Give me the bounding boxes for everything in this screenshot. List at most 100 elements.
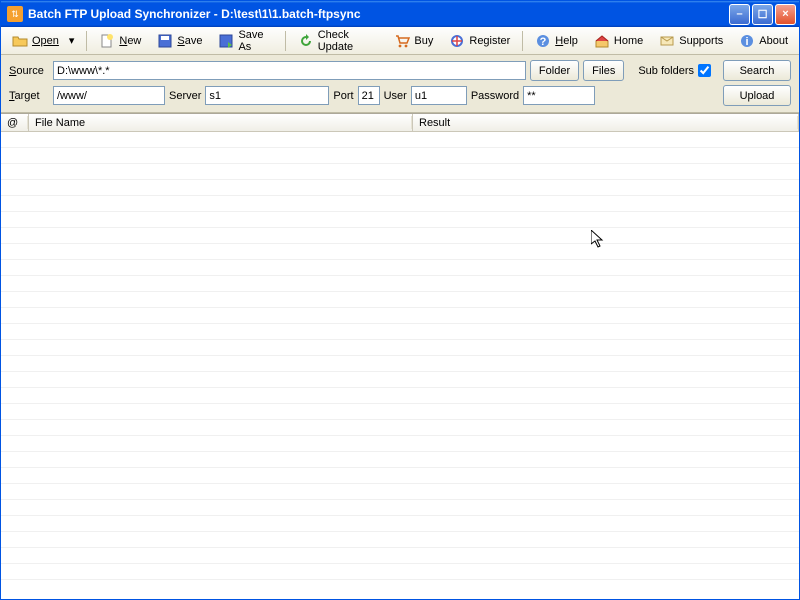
info-icon: i: [739, 33, 755, 49]
file-new-icon: [99, 33, 115, 49]
table-row: [1, 340, 799, 356]
help-button[interactable]: ? Help: [528, 30, 585, 52]
grid-body[interactable]: [1, 132, 799, 599]
col-result[interactable]: Result: [413, 114, 799, 131]
table-row: [1, 468, 799, 484]
table-row: [1, 244, 799, 260]
key-icon: [449, 33, 465, 49]
window-title: Batch FTP Upload Synchronizer - D:\test\…: [28, 7, 727, 21]
question-icon: ?: [535, 33, 551, 49]
table-row: [1, 196, 799, 212]
help-label: Help: [555, 35, 578, 47]
table-row: [1, 372, 799, 388]
col-at[interactable]: @: [1, 114, 29, 131]
folder-button[interactable]: Folder: [530, 60, 579, 81]
table-row: [1, 212, 799, 228]
table-row: [1, 388, 799, 404]
col-filename[interactable]: File Name: [29, 114, 413, 131]
app-window: ⇅ Batch FTP Upload Synchronizer - D:\tes…: [0, 0, 800, 600]
svg-text:i: i: [746, 36, 749, 48]
about-label: About: [759, 35, 788, 47]
table-row: [1, 180, 799, 196]
form-area: Source Folder Files Sub folders Search T…: [1, 55, 799, 113]
source-label: Source: [9, 65, 49, 77]
subfolders-label: Sub folders: [638, 65, 694, 77]
register-button[interactable]: Register: [442, 30, 517, 52]
port-input[interactable]: [358, 86, 380, 105]
supports-button[interactable]: Supports: [652, 30, 730, 52]
separator: [285, 31, 286, 51]
table-row: [1, 292, 799, 308]
chevron-down-icon: ▾: [69, 34, 75, 47]
table-row: [1, 516, 799, 532]
floppy-icon: [157, 33, 173, 49]
supports-label: Supports: [679, 35, 723, 47]
table-row: [1, 324, 799, 340]
table-row: [1, 276, 799, 292]
separator: [522, 31, 523, 51]
check-update-button[interactable]: Check Update: [291, 26, 386, 56]
target-input[interactable]: [53, 86, 165, 105]
user-input[interactable]: [411, 86, 467, 105]
envelope-icon: [659, 33, 675, 49]
table-row: [1, 228, 799, 244]
new-button[interactable]: New: [92, 30, 148, 52]
port-label: Port: [333, 90, 353, 102]
close-button[interactable]: ×: [775, 4, 796, 25]
buy-label: Buy: [414, 35, 433, 47]
cart-icon: [394, 33, 410, 49]
server-input[interactable]: [205, 86, 329, 105]
open-label: Open: [32, 35, 59, 47]
grid-header: @ File Name Result: [1, 114, 799, 132]
password-label: Password: [471, 90, 519, 102]
file-grid: @ File Name Result: [1, 113, 799, 599]
save-as-label: Save As: [238, 29, 272, 53]
open-button[interactable]: Open ▾: [5, 30, 81, 52]
about-button[interactable]: i About: [732, 30, 795, 52]
table-row: [1, 164, 799, 180]
refresh-icon: [298, 33, 314, 49]
search-button[interactable]: Search: [723, 60, 791, 81]
save-as-button[interactable]: Save As: [211, 26, 279, 56]
minimize-button[interactable]: –: [729, 4, 750, 25]
home-label: Home: [614, 35, 643, 47]
svg-text:?: ?: [540, 36, 547, 48]
table-row: [1, 548, 799, 564]
table-row: [1, 404, 799, 420]
separator: [86, 31, 87, 51]
maximize-button[interactable]: ☐: [752, 4, 773, 25]
register-label: Register: [469, 35, 510, 47]
table-row: [1, 532, 799, 548]
table-row: [1, 132, 799, 148]
buy-button[interactable]: Buy: [387, 30, 440, 52]
folder-open-icon: [12, 33, 28, 49]
table-row: [1, 356, 799, 372]
subfolders-checkbox[interactable]: [698, 64, 711, 77]
table-row: [1, 260, 799, 276]
table-row: [1, 308, 799, 324]
server-label: Server: [169, 90, 201, 102]
table-row: [1, 148, 799, 164]
house-icon: [594, 33, 610, 49]
table-row: [1, 452, 799, 468]
new-label: New: [119, 35, 141, 47]
password-input[interactable]: [523, 86, 595, 105]
table-row: [1, 564, 799, 580]
toolbar: Open ▾ New Save Save As Check Update Buy…: [1, 27, 799, 55]
save-label: Save: [177, 35, 202, 47]
files-button[interactable]: Files: [583, 60, 624, 81]
titlebar: ⇅ Batch FTP Upload Synchronizer - D:\tes…: [1, 1, 799, 27]
home-button[interactable]: Home: [587, 30, 650, 52]
table-row: [1, 500, 799, 516]
check-update-label: Check Update: [318, 29, 379, 53]
table-row: [1, 436, 799, 452]
user-label: User: [384, 90, 407, 102]
app-icon: ⇅: [7, 6, 23, 22]
table-row: [1, 420, 799, 436]
upload-button[interactable]: Upload: [723, 85, 791, 106]
target-label: Target: [9, 90, 49, 102]
floppy-arrow-icon: [218, 33, 234, 49]
table-row: [1, 484, 799, 500]
save-button[interactable]: Save: [150, 30, 209, 52]
source-input[interactable]: [53, 61, 526, 80]
